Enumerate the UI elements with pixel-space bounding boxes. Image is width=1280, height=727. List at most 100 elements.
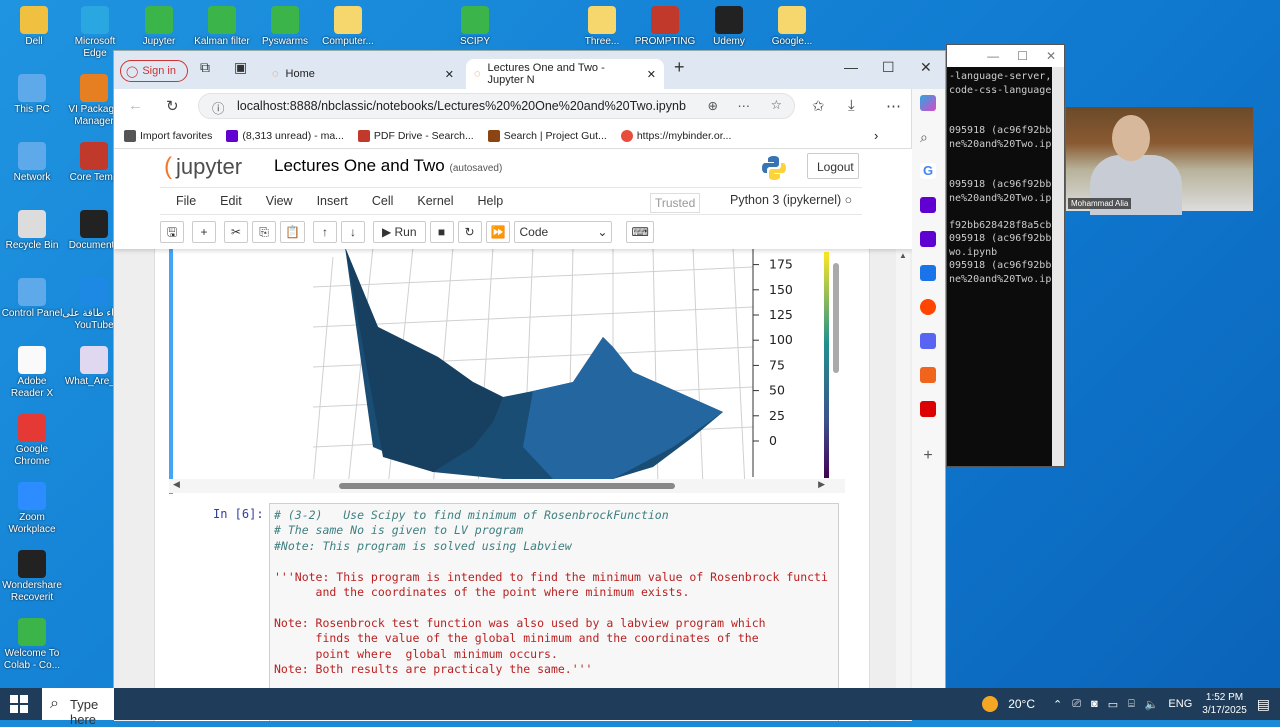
tab-notebook[interactable]: ◌ Lectures One and Two - Jupyter N ✕ xyxy=(466,59,664,89)
desktop-icon[interactable]: Network xyxy=(0,142,64,184)
hscroll-thumb[interactable] xyxy=(339,483,675,489)
insert-cell-icon[interactable]: + xyxy=(192,221,216,243)
desktop-icon[interactable]: PROMPTING xyxy=(633,6,697,48)
move-down-icon[interactable]: ↓ xyxy=(340,221,365,243)
notebook-title[interactable]: Lectures One and Two (autosaved) xyxy=(274,156,502,176)
search-icon[interactable]: ⌕ xyxy=(920,129,936,145)
desktop-icon[interactable]: Welcome To Colab - Co... xyxy=(0,618,64,672)
more-tools-icon[interactable]: ⋯ xyxy=(738,98,751,113)
chevron-up-icon[interactable]: ⌃ xyxy=(1053,698,1062,711)
desktop-icon[interactable]: Udemy xyxy=(697,6,761,48)
menu-kernel[interactable]: Kernel xyxy=(417,194,453,208)
restart-icon[interactable]: ↻ xyxy=(457,221,482,243)
temperature[interactable]: 20°C xyxy=(1008,697,1035,711)
desktop-icon[interactable]: Three... xyxy=(570,6,634,48)
favorite-star-icon[interactable]: ☆ xyxy=(771,97,782,112)
windows-start-icon[interactable] xyxy=(10,695,28,713)
output-hscrollbar[interactable]: ◀ ▶ xyxy=(169,479,845,493)
paste-icon[interactable]: 📋 xyxy=(280,221,305,243)
taskbar-search[interactable]: ⌕ Type here xyxy=(42,688,114,727)
speaker-icon[interactable]: 🔈 xyxy=(1145,698,1159,711)
terminal-titlebar[interactable]: — ☐ ✕ xyxy=(947,45,1064,67)
cell-type-select[interactable]: Code ⌄ xyxy=(514,221,613,243)
logout-button[interactable]: Logout xyxy=(807,153,859,179)
minimize-icon[interactable]: — xyxy=(844,59,858,75)
desktop-icon[interactable]: Control Panel xyxy=(0,278,64,320)
desktop-icon[interactable]: Computer... xyxy=(316,6,380,48)
favorite-item[interactable]: Search | Project Gut... xyxy=(487,129,607,142)
desktop-icon[interactable]: SCIPY xyxy=(443,6,507,48)
discord-icon[interactable] xyxy=(920,333,936,349)
menu-file[interactable]: File xyxy=(176,194,196,208)
keyboard-icon[interactable]: ⌨ xyxy=(626,221,654,243)
downloads-icon[interactable]: ⤓ xyxy=(848,97,855,114)
desktop-icon[interactable]: Recycle Bin xyxy=(0,210,64,252)
maximize-icon[interactable]: ☐ xyxy=(882,59,895,76)
save-icon[interactable]: 🖫 xyxy=(160,221,184,243)
etsy-icon[interactable] xyxy=(920,367,936,383)
sign-in-button[interactable]: ◯ Sign in xyxy=(120,60,188,82)
favorite-item[interactable]: PDF Drive - Search... xyxy=(357,129,474,142)
trusted-indicator[interactable]: Trusted xyxy=(650,193,701,213)
desktop-icon[interactable]: Kalman filter xyxy=(190,6,254,48)
desktop-icon[interactable]: Pyswarms xyxy=(253,6,317,48)
desktop-icon[interactable]: Zoom Workplace xyxy=(0,482,64,536)
output-scrollbar[interactable] xyxy=(833,251,841,475)
output-scroll-thumb[interactable] xyxy=(833,263,839,373)
add-icon[interactable]: + xyxy=(920,447,936,464)
site-info-icon[interactable]: ⓘ xyxy=(212,98,225,117)
tab-home[interactable]: ◌ Home ✕ xyxy=(264,59,462,89)
output-cell[interactable]: 0 25 50 75 100 125 150 175 xyxy=(169,247,845,494)
new-tab-icon[interactable]: + xyxy=(674,57,685,78)
stop-icon[interactable]: ■ xyxy=(429,221,454,243)
terminal-scrollbar[interactable] xyxy=(1052,67,1064,466)
move-up-icon[interactable]: ↑ xyxy=(312,221,337,243)
desktop-icon[interactable]: Jupyter xyxy=(127,6,191,48)
copy-icon[interactable]: ⎘ xyxy=(252,221,276,243)
scroll-left-icon[interactable]: ◀ xyxy=(173,479,180,490)
notification-icon[interactable]: ▤ xyxy=(1257,696,1270,713)
desktop-icon[interactable]: Google Chrome xyxy=(0,414,64,468)
workspaces-icon[interactable]: ⧉ xyxy=(200,59,210,76)
jupyter-logo[interactable]: (jupyter xyxy=(164,153,242,181)
desktop-icon[interactable]: Google... xyxy=(760,6,824,48)
back-icon[interactable]: ← xyxy=(128,97,143,114)
yahoo-mail-icon[interactable] xyxy=(920,231,936,247)
page-scrollbar[interactable]: ▲ xyxy=(896,249,910,721)
menu-help[interactable]: Help xyxy=(478,194,504,208)
language-indicator[interactable]: ENG xyxy=(1168,698,1192,710)
refresh-icon[interactable]: ↻ xyxy=(166,97,179,115)
weather-icon[interactable] xyxy=(982,696,999,712)
favorites-icon[interactable]: ✩ xyxy=(812,97,825,115)
zoom-icon[interactable]: ⊕ xyxy=(708,98,718,113)
minimize-icon[interactable]: — xyxy=(987,49,999,63)
favorite-item[interactable]: Import favorites xyxy=(124,129,212,142)
clock[interactable]: 1:52 PM 3/17/2025 xyxy=(1202,691,1247,717)
fast-forward-icon[interactable]: ⏩ xyxy=(485,221,511,243)
tab-actions-icon[interactable]: ▣ xyxy=(234,59,247,76)
chevron-right-icon[interactable]: › xyxy=(874,128,878,143)
menu-edit[interactable]: Edit xyxy=(220,194,242,208)
close-tab-icon[interactable]: ✕ xyxy=(445,68,454,81)
menu-icon[interactable]: ⋯ xyxy=(886,97,901,115)
copilot-icon[interactable] xyxy=(920,95,936,111)
network-icon[interactable]: ⌸ xyxy=(1128,698,1135,711)
reddit-icon[interactable] xyxy=(920,299,936,315)
espn-icon[interactable] xyxy=(920,401,936,417)
google-icon[interactable]: G xyxy=(920,163,936,179)
menu-view[interactable]: View xyxy=(266,194,293,208)
scroll-right-icon[interactable]: ▶ xyxy=(818,479,825,490)
run-button[interactable]: ▶ Run xyxy=(372,221,426,243)
favorite-item[interactable]: https://mybinder.or... xyxy=(620,129,731,142)
camera-icon[interactable]: ◙ xyxy=(1091,698,1098,710)
favorite-item[interactable]: (8,313 unread) - ma... xyxy=(226,129,344,142)
cut-icon[interactable]: ✂ xyxy=(224,221,248,243)
close-icon[interactable]: ✕ xyxy=(1046,49,1056,63)
meet-icon[interactable]: ⎚ xyxy=(1072,698,1081,711)
url-field[interactable]: ⓘ localhost:8888/nbclassic/notebooks/Lec… xyxy=(198,93,795,119)
m-icon[interactable] xyxy=(920,265,936,281)
battery-icon[interactable]: ▭ xyxy=(1108,698,1118,711)
maximize-icon[interactable]: ☐ xyxy=(1017,49,1028,63)
close-icon[interactable]: ✕ xyxy=(920,59,932,76)
terminal-window[interactable]: — ☐ ✕ -language-server, code-css-languag… xyxy=(946,44,1065,467)
